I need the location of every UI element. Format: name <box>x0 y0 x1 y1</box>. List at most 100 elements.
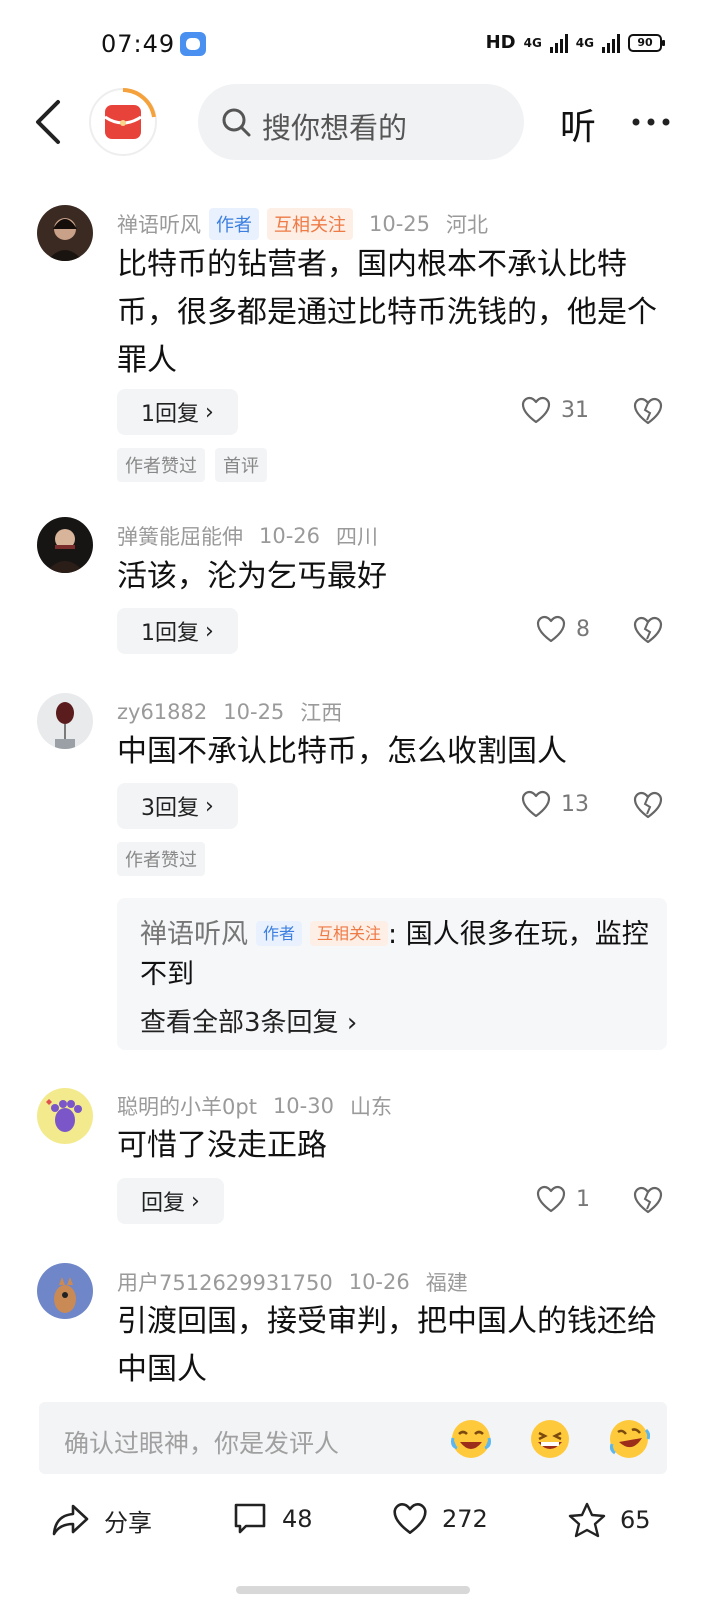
broken-heart-icon[interactable] <box>633 791 663 821</box>
reply-label: 回复 <box>141 1191 186 1216</box>
view-all-replies-label: 查看全部3条回复 <box>140 1008 339 1038</box>
comment-meta: 用户7512629931750 10-26 福建 <box>117 1267 468 1297</box>
reply-count-button[interactable]: 1回复 › <box>117 389 238 435</box>
app-logo[interactable] <box>88 87 158 157</box>
emoji-grin-icon[interactable] <box>529 1418 571 1460</box>
heart-icon <box>521 790 551 818</box>
avatar[interactable] <box>37 517 93 573</box>
like-button[interactable]: 8 <box>536 615 590 643</box>
comment-meta: 聪明的小羊0pt 10-30 山东 <box>117 1091 392 1121</box>
comment-text: 活该，沦为乞丐最好 <box>117 559 387 594</box>
share-icon <box>52 1504 89 1536</box>
search-icon <box>220 106 252 138</box>
like-count: 8 <box>576 616 590 642</box>
signal-icon <box>549 33 568 53</box>
chevron-right-icon: › <box>191 1188 200 1214</box>
like-button[interactable]: 31 <box>521 396 589 424</box>
status-indicators: HD 4G 4G 90 <box>485 32 665 53</box>
comment-text: 中国不承认比特币，怎么收割国人 <box>117 734 567 769</box>
action-bar: 分享 48 272 65 <box>0 1490 720 1560</box>
avatar[interactable] <box>37 1088 93 1144</box>
network-label-2: 4G <box>575 35 594 50</box>
reply-count-label: 1回复 <box>141 402 199 427</box>
status-time: 07:49 <box>101 30 176 58</box>
comment-username[interactable]: zy61882 <box>117 700 207 724</box>
comment-text: 比特币的钻营者，国内根本不承认比特币，很多都是通过比特币洗钱的，他是个罪人 <box>117 247 657 378</box>
like-button[interactable]: 13 <box>521 790 589 818</box>
chevron-right-icon: › <box>205 618 214 644</box>
emoji-rofl-icon[interactable] <box>608 1418 651 1460</box>
like-button[interactable]: 1 <box>536 1185 590 1213</box>
sub-reply-box[interactable]: 禅语听风 作者 互相关注: 国人很多在玩，监控不到 查看全部3条回复 › <box>117 898 667 1050</box>
reply-count-label: 1回复 <box>141 621 199 646</box>
like-count: 31 <box>561 397 589 423</box>
like-article-button[interactable]: 272 <box>392 1502 488 1535</box>
comment-meta: 禅语听风 作者 互相关注 10-25 河北 <box>117 208 488 240</box>
reply-count-button[interactable]: 1回复 › <box>117 608 238 654</box>
share-button[interactable]: 分享 <box>52 1502 152 1538</box>
chevron-right-icon: › <box>205 793 214 819</box>
share-label: 分享 <box>104 1508 152 1537</box>
author-tag: 作者 <box>209 208 259 240</box>
comment-username[interactable]: 弹簧能屈能伸 <box>117 521 243 551</box>
emoji-laugh-cry-icon[interactable] <box>450 1418 492 1460</box>
avatar[interactable] <box>37 205 93 261</box>
view-all-replies-link[interactable]: 查看全部3条回复 › <box>140 1002 357 1039</box>
mutual-follow-tag: 互相关注 <box>310 921 389 946</box>
hd-indicator: HD <box>485 32 516 53</box>
comment-count: 48 <box>282 1505 313 1533</box>
comment-text: 引渡回国，接受审判，把中国人的钱还给中国人 <box>117 1304 657 1387</box>
comment-icon <box>234 1503 266 1534</box>
favorite-button[interactable]: 65 <box>568 1502 651 1538</box>
comment-date: 10-26 <box>348 1270 410 1294</box>
sub-reply-username[interactable]: 禅语听风 <box>140 919 248 950</box>
comment-location: 江西 <box>300 701 343 725</box>
comment-location: 福建 <box>425 1271 468 1295</box>
heart-icon <box>521 396 551 424</box>
broken-heart-icon[interactable] <box>633 397 663 427</box>
like-count: 13 <box>561 791 589 817</box>
article-like-count: 272 <box>442 1504 488 1533</box>
first-comment-badge: 首评 <box>215 448 267 482</box>
author-liked-badge: 作者赞过 <box>117 448 205 482</box>
listen-button[interactable]: 听 <box>560 98 596 150</box>
broken-heart-icon[interactable] <box>633 616 663 646</box>
avatar[interactable] <box>37 693 93 749</box>
comment-input[interactable]: 确认过眼神，你是发评人 <box>39 1402 667 1474</box>
comment-username[interactable]: 聪明的小羊0pt <box>117 1091 257 1121</box>
comment-badges: 作者赞过 <box>117 842 205 876</box>
signal-icon-2 <box>602 33 620 53</box>
comment-text: 可惜了没走正路 <box>117 1128 327 1163</box>
comment-location: 山东 <box>349 1095 392 1119</box>
home-indicator[interactable] <box>236 1586 470 1594</box>
heart-icon <box>536 615 566 643</box>
search-bar[interactable]: 搜你想看的 <box>198 84 524 160</box>
more-icon[interactable] <box>630 108 672 136</box>
sub-reply-text: 禅语听风 作者 互相关注: 国人很多在玩，监控不到 <box>140 914 650 995</box>
reply-button[interactable]: 回复 › <box>117 1178 224 1224</box>
comment-location: 四川 <box>336 525 379 549</box>
comment-badges: 作者赞过 首评 <box>117 448 267 482</box>
comment-date: 10-25 <box>223 700 285 724</box>
comment-username[interactable]: 禅语听风 <box>117 209 201 239</box>
reply-count-button[interactable]: 3回复 › <box>117 783 238 829</box>
comment-meta: zy61882 10-25 江西 <box>117 697 342 727</box>
comment-date: 10-25 <box>369 212 431 236</box>
author-tag: 作者 <box>256 921 303 946</box>
mutual-follow-tag: 互相关注 <box>267 208 353 240</box>
chevron-right-icon: › <box>205 399 214 425</box>
avatar[interactable] <box>37 1263 93 1319</box>
broken-heart-icon[interactable] <box>633 1186 663 1216</box>
comment-date: 10-30 <box>272 1094 334 1118</box>
comment-username[interactable]: 用户7512629931750 <box>117 1267 333 1297</box>
status-bar: 07:49 HD 4G 4G 90 <box>0 0 720 80</box>
notification-app-icon <box>180 32 206 56</box>
comment-location: 河北 <box>446 213 489 237</box>
heart-icon <box>393 1503 427 1534</box>
star-icon <box>568 1502 606 1538</box>
comment-button[interactable]: 48 <box>232 1502 313 1536</box>
comment-meta: 弹簧能屈能伸 10-26 四川 <box>117 521 378 551</box>
battery-icon: 90 <box>628 33 665 52</box>
back-icon[interactable] <box>26 96 76 148</box>
search-placeholder: 搜你想看的 <box>262 111 408 145</box>
